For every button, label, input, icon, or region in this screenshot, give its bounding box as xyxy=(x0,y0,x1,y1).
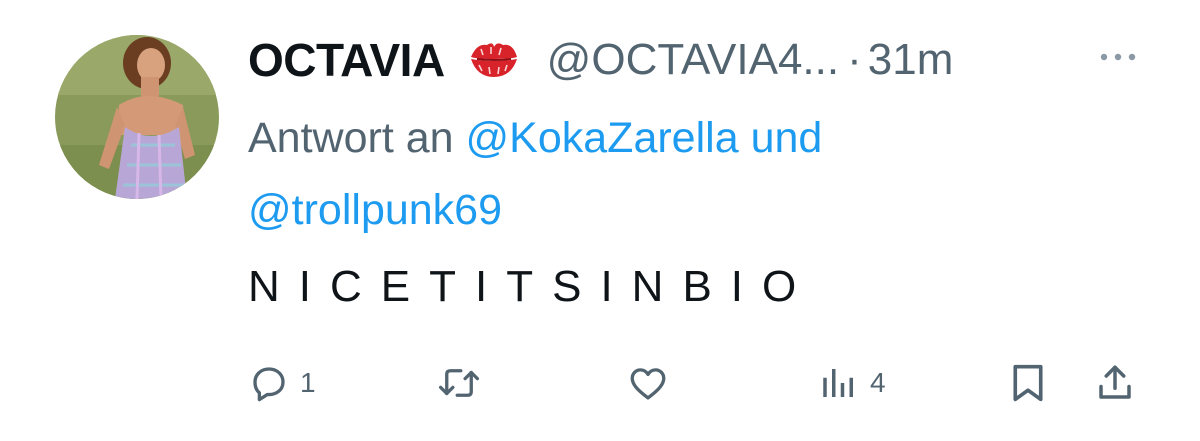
timestamp[interactable]: 31m xyxy=(868,35,954,85)
share-icon xyxy=(1094,361,1136,405)
bookmark-icon xyxy=(1008,361,1048,405)
like-icon xyxy=(626,362,670,404)
views-icon xyxy=(818,362,860,404)
bookmark-button[interactable] xyxy=(1008,358,1048,408)
avatar[interactable] xyxy=(55,35,219,199)
reply-to-line: Antwort an @KokaZarella und @trollpunk69 xyxy=(248,102,1148,246)
mention-link[interactable]: @trollpunk69 xyxy=(248,186,502,234)
retweet-button[interactable] xyxy=(436,358,492,408)
tweet-header: OCTAVIA @OCTAVIA4... · 31m xyxy=(248,28,1168,92)
kiss-mark-icon xyxy=(467,37,521,83)
like-button[interactable] xyxy=(626,358,680,408)
views-button[interactable]: 4 xyxy=(818,358,886,408)
more-icon[interactable] xyxy=(1098,47,1138,67)
action-bar: 1 4 xyxy=(0,358,1200,408)
reply-conjunction: und xyxy=(750,114,823,162)
user-handle[interactable]: @OCTAVIA4... xyxy=(547,35,839,85)
mention-link[interactable]: @KokaZarella xyxy=(466,114,739,162)
tweet-text: NICETITSINBIO xyxy=(248,262,816,311)
reply-count: 1 xyxy=(300,367,316,398)
reply-button[interactable]: 1 xyxy=(248,358,316,408)
separator-dot: · xyxy=(847,35,862,84)
reply-prefix: Antwort an xyxy=(248,114,454,162)
reply-icon xyxy=(248,362,290,404)
display-name[interactable]: OCTAVIA xyxy=(248,33,445,87)
retweet-icon xyxy=(436,362,482,404)
share-button[interactable] xyxy=(1094,358,1136,408)
views-count: 4 xyxy=(870,367,886,398)
